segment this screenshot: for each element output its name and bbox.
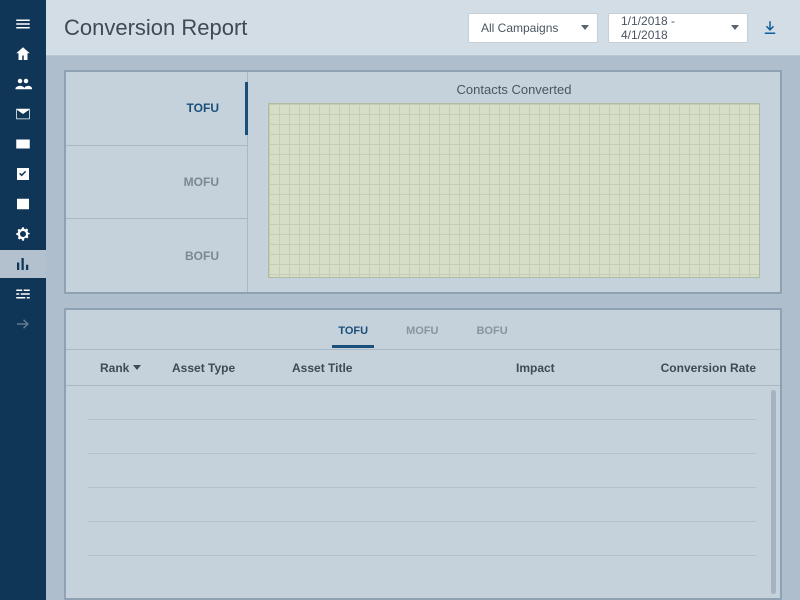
table-tab-label: TOFU xyxy=(338,325,368,337)
campaign-select-value: All Campaigns xyxy=(481,21,558,35)
main: Conversion Report All Campaigns 1/1/2018… xyxy=(46,0,800,600)
th-rank-label: Rank xyxy=(100,361,129,375)
funnel-tab-label: BOFU xyxy=(185,249,219,263)
table-tab-tofu[interactable]: TOFU xyxy=(338,313,368,347)
menu-icon[interactable] xyxy=(0,10,46,38)
bar-chart-icon[interactable] xyxy=(0,250,46,278)
table-body xyxy=(66,386,780,598)
table-row xyxy=(88,420,756,454)
chevron-down-icon xyxy=(731,25,739,30)
th-conversion-rate[interactable]: Conversion Rate xyxy=(636,361,756,375)
funnel-tab-tofu[interactable]: TOFU xyxy=(66,72,248,146)
page-title: Conversion Report xyxy=(64,15,458,41)
table-tabs: TOFU MOFU BOFU xyxy=(66,310,780,350)
arrow-right-icon[interactable] xyxy=(0,310,46,338)
sliders-icon[interactable] xyxy=(0,280,46,308)
table-row xyxy=(88,522,756,556)
table-tab-mofu[interactable]: MOFU xyxy=(406,313,438,347)
card-icon[interactable] xyxy=(0,130,46,158)
th-asset-type[interactable]: Asset Type xyxy=(172,361,292,375)
table-header: Rank Asset Type Asset Title Impact Conve… xyxy=(66,350,780,386)
download-button[interactable] xyxy=(758,13,782,43)
table-panel: TOFU MOFU BOFU Rank Asset Type Asset Tit… xyxy=(64,308,782,600)
scrollbar[interactable] xyxy=(771,390,776,594)
table-tab-label: BOFU xyxy=(476,325,507,337)
chart-grid xyxy=(268,103,760,278)
funnel-tabs: TOFU MOFU BOFU xyxy=(66,72,248,292)
people-icon[interactable] xyxy=(0,70,46,98)
table-tab-bofu[interactable]: BOFU xyxy=(476,313,507,347)
sidebar xyxy=(0,0,46,600)
content: TOFU MOFU BOFU Contacts Converted TOFU M… xyxy=(46,56,800,600)
th-rank[interactable]: Rank xyxy=(100,361,172,375)
date-range-value: 1/1/2018 - 4/1/2018 xyxy=(621,14,719,42)
checkbox-icon[interactable] xyxy=(0,160,46,188)
chart-area: Contacts Converted xyxy=(248,72,780,292)
campaign-select[interactable]: All Campaigns xyxy=(468,13,598,43)
image-icon[interactable] xyxy=(0,190,46,218)
chevron-down-icon xyxy=(581,25,589,30)
th-asset-title[interactable]: Asset Title xyxy=(292,361,516,375)
funnel-tab-mofu[interactable]: MOFU xyxy=(66,146,248,220)
funnel-tab-label: TOFU xyxy=(187,101,219,115)
home-icon[interactable] xyxy=(0,40,46,68)
funnel-tab-bofu[interactable]: BOFU xyxy=(66,219,248,292)
table-row xyxy=(88,386,756,420)
sort-desc-icon xyxy=(133,365,141,370)
table-row xyxy=(88,488,756,522)
table-tab-label: MOFU xyxy=(406,325,438,337)
table-row xyxy=(88,454,756,488)
chart-title: Contacts Converted xyxy=(268,82,760,97)
gear-icon[interactable] xyxy=(0,220,46,248)
topbar: Conversion Report All Campaigns 1/1/2018… xyxy=(46,0,800,56)
date-range-select[interactable]: 1/1/2018 - 4/1/2018 xyxy=(608,13,748,43)
funnel-panel: TOFU MOFU BOFU Contacts Converted xyxy=(64,70,782,294)
th-impact[interactable]: Impact xyxy=(516,361,636,375)
email-icon[interactable] xyxy=(0,100,46,128)
funnel-tab-label: MOFU xyxy=(184,175,219,189)
